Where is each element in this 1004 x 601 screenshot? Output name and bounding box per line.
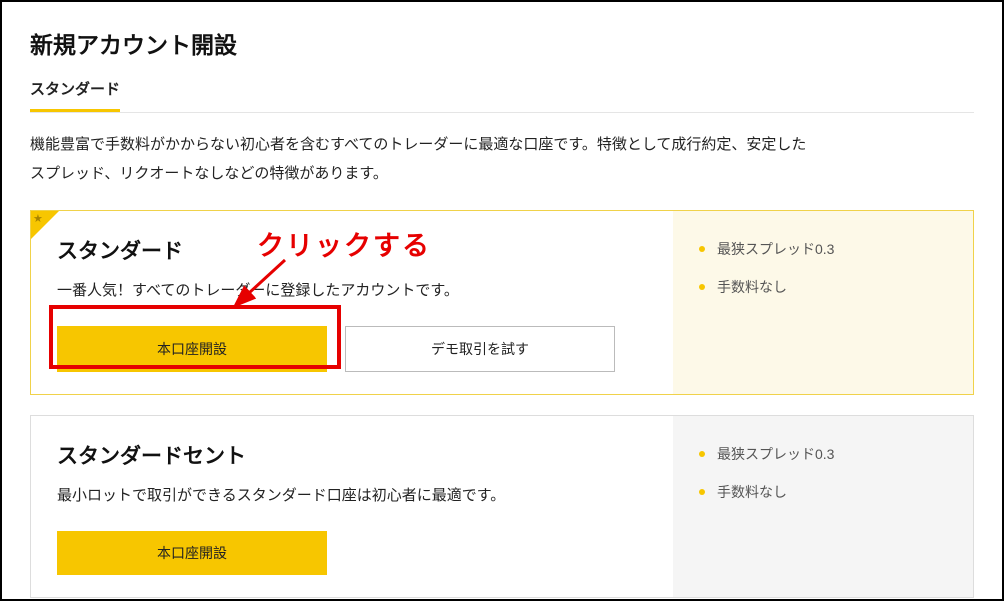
page-title: 新規アカウント開設 <box>30 26 974 60</box>
card-description: 最小ロットで取引ができるスタンダード口座は初心者に最適です。 <box>57 484 647 505</box>
card-features: 最狭スプレッド0.3 手数料なし <box>673 416 973 597</box>
feature-list: 最狭スプレッド0.3 手数料なし <box>699 239 947 297</box>
star-icon: ★ <box>33 212 43 225</box>
account-card-standard: ★ スタンダード 一番人気！すべてのトレーダーに登録したアカウントです。 本口座… <box>30 210 974 395</box>
card-left: スタンダード 一番人気！すべてのトレーダーに登録したアカウントです。 本口座開設… <box>31 211 673 394</box>
open-real-account-button[interactable]: 本口座開設 <box>57 531 327 575</box>
feature-item: 手数料なし <box>699 277 947 297</box>
page-description: 機能豊富で手数料がかからない初心者を含むすべてのトレーダーに最適な口座です。特徴… <box>30 131 810 188</box>
feature-list: 最狭スプレッド0.3 手数料なし <box>699 444 947 502</box>
page-frame: 新規アカウント開設 スタンダード 機能豊富で手数料がかからない初心者を含むすべて… <box>0 0 1004 601</box>
open-real-account-button[interactable]: 本口座開設 <box>57 326 327 372</box>
try-demo-button[interactable]: デモ取引を試す <box>345 326 615 372</box>
subtitle-wrap: スタンダード <box>30 78 974 113</box>
feature-item: 最狭スプレッド0.3 <box>699 239 947 259</box>
account-card-standard-cent: スタンダードセント 最小ロットで取引ができるスタンダード口座は初心者に最適です。… <box>30 415 974 598</box>
feature-item: 最狭スプレッド0.3 <box>699 444 947 464</box>
feature-item: 手数料なし <box>699 482 947 502</box>
button-row: 本口座開設 <box>57 531 647 575</box>
card-title: スタンダード <box>57 235 647 265</box>
card-title: スタンダードセント <box>57 440 647 470</box>
card-features: 最狭スプレッド0.3 手数料なし <box>673 211 973 394</box>
card-left: スタンダードセント 最小ロットで取引ができるスタンダード口座は初心者に最適です。… <box>31 416 673 597</box>
page-subtitle: スタンダード <box>30 78 120 112</box>
button-row: 本口座開設 デモ取引を試す <box>57 326 647 372</box>
card-description: 一番人気！すべてのトレーダーに登録したアカウントです。 <box>57 279 647 300</box>
